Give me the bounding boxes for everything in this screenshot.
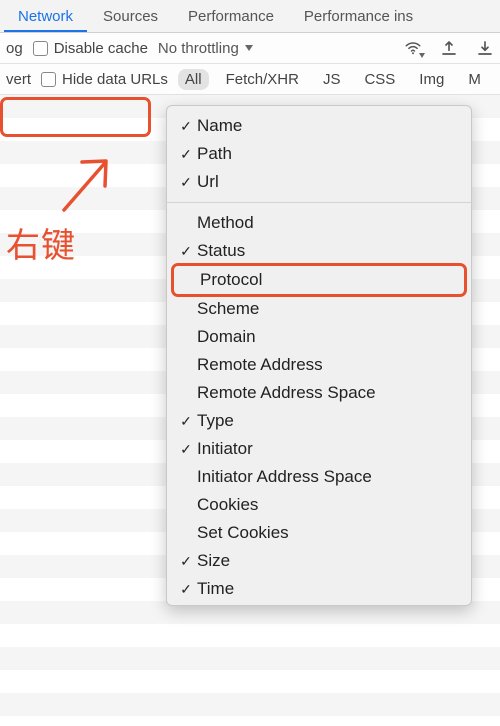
check-icon: ✓ [175,441,197,458]
context-menu-item-label: Cookies [197,495,258,515]
check-icon: ✓ [175,413,197,430]
context-menu-item[interactable]: Domain [167,323,471,351]
context-menu-item-label: Scheme [197,299,259,319]
context-menu-item[interactable]: ✓Initiator [167,435,471,463]
upload-har-button[interactable] [440,39,458,57]
context-menu-item[interactable]: Protocol [171,263,467,297]
context-menu-item[interactable]: ✓Type [167,407,471,435]
context-menu-item-label: Set Cookies [197,523,289,543]
column-header-context-menu: ✓Name✓Path✓UrlMethod✓StatusProtocolSchem… [166,105,472,606]
throttling-label: No throttling [158,40,239,57]
context-menu-item[interactable]: Cookies [167,491,471,519]
context-menu-item-label: Initiator Address Space [197,467,372,487]
filter-media-fragment[interactable]: M [461,69,488,90]
tab-sources[interactable]: Sources [89,1,172,31]
download-har-button[interactable] [476,39,494,57]
context-menu-item-label: Protocol [200,270,262,290]
context-menu-item[interactable]: ✓Name [167,112,471,140]
annotation-text: 右键 [6,218,76,267]
context-menu-item-label: Status [197,241,245,261]
preserve-log-label-fragment: og [6,40,23,57]
context-menu-item[interactable]: Method [167,209,471,237]
hide-data-urls-label: Hide data URLs [62,71,168,88]
disable-cache-input[interactable] [33,41,48,56]
gear-sub-icon [419,53,425,58]
context-menu-item-label: Domain [197,327,256,347]
context-menu-item-label: Size [197,551,230,571]
network-filter-bar: vert Hide data URLs All Fetch/XHR JS CSS… [0,64,500,95]
context-menu-item[interactable]: ✓Path [167,140,471,168]
check-icon: ✓ [175,146,197,163]
check-icon: ✓ [175,581,197,598]
context-menu-item[interactable]: ✓Time [167,575,471,603]
context-menu-item-label: Path [197,144,232,164]
context-menu-item[interactable]: Set Cookies [167,519,471,547]
context-menu-item[interactable]: Initiator Address Space [167,463,471,491]
invert-label-fragment: vert [6,71,31,88]
tab-performance-insights[interactable]: Performance ins [290,1,427,31]
upload-icon [440,39,458,57]
context-menu-item[interactable]: ✓Size [167,547,471,575]
hide-data-urls-input[interactable] [41,72,56,87]
devtools-tab-bar: Network Sources Performance Performance … [0,0,500,33]
filter-js[interactable]: JS [316,69,348,90]
context-menu-item-label: Time [197,579,234,599]
context-menu-item-label: Remote Address Space [197,383,376,403]
context-menu-item-label: Initiator [197,439,253,459]
network-toolbar: og Disable cache No throttling [0,33,500,64]
check-icon: ✓ [175,243,197,260]
context-menu-item-label: Name [197,116,242,136]
hide-data-urls-checkbox[interactable]: Hide data URLs [41,71,168,88]
context-menu-item[interactable]: Remote Address Space [167,379,471,407]
chevron-down-icon [245,45,253,51]
context-menu-item[interactable]: ✓Url [167,168,471,196]
context-menu-item-label: Type [197,411,234,431]
check-icon: ✓ [175,118,197,135]
filter-all[interactable]: All [178,69,209,90]
check-icon: ✓ [175,553,197,570]
context-menu-separator [167,202,471,203]
context-menu-item[interactable]: Remote Address [167,351,471,379]
tab-performance[interactable]: Performance [174,1,288,31]
tab-network[interactable]: Network [4,1,87,32]
disable-cache-label: Disable cache [54,40,148,57]
context-menu-item[interactable]: Scheme [167,295,471,323]
filter-img[interactable]: Img [412,69,451,90]
filter-fetch-xhr[interactable]: Fetch/XHR [219,69,306,90]
filter-css[interactable]: CSS [357,69,402,90]
context-menu-item-label: Method [197,213,254,233]
context-menu-item-label: Remote Address [197,355,323,375]
disable-cache-checkbox[interactable]: Disable cache [33,40,148,57]
check-icon: ✓ [175,174,197,191]
throttling-select[interactable]: No throttling [158,40,253,57]
download-icon [476,39,494,57]
context-menu-item[interactable]: ✓Status [167,237,471,265]
network-conditions-button[interactable] [404,39,422,57]
context-menu-item-label: Url [197,172,219,192]
